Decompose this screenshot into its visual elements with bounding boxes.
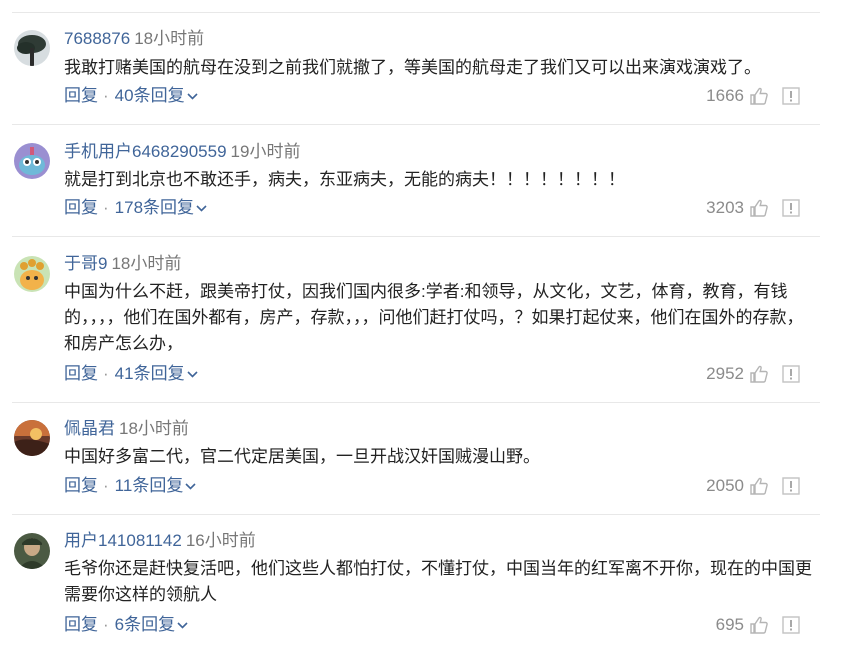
comment-text: 毛爷你还是赶快复活吧，他们这些人都怕打仗，不懂打仗，中国当年的红军离不开你，现在… — [64, 559, 812, 604]
view-replies-link[interactable]: 41条回复 — [115, 364, 185, 383]
avatar[interactable] — [14, 533, 50, 569]
comment-time: 16小时前 — [185, 531, 256, 550]
divider — [12, 236, 820, 237]
like-count: 3203 — [706, 198, 744, 217]
username-link[interactable]: 佩晶君 — [64, 419, 115, 438]
reply-button[interactable]: 回复 — [64, 615, 98, 634]
comment-time: 18小时前 — [119, 419, 189, 438]
view-replies-link[interactable]: 6条回复 — [115, 615, 175, 634]
username-link[interactable]: 手机用户6468290559 — [64, 142, 227, 161]
comment-time: 19小时前 — [230, 142, 301, 161]
comment-header: 手机用户6468290559 19小时前 — [64, 142, 300, 162]
like-count: 695 — [715, 615, 744, 634]
cartoon-creature-avatar-icon — [14, 256, 50, 292]
comment-header: 于哥9 18小时前 — [64, 254, 181, 274]
comment-actions: 回复 · 6条回复 — [64, 614, 188, 636]
sunset-avatar-icon — [14, 420, 50, 456]
divider — [12, 514, 820, 515]
report-icon[interactable] — [782, 477, 800, 495]
comment-header: 7688876 18小时前 — [64, 29, 204, 49]
report-icon[interactable] — [782, 365, 800, 383]
chevron-down-icon[interactable] — [187, 93, 198, 100]
tree-avatar-icon — [14, 30, 50, 66]
comment-actions: 回复 · 11条回复 — [64, 475, 196, 497]
chevron-down-icon[interactable] — [196, 205, 207, 212]
thumbs-up-icon[interactable] — [750, 87, 768, 105]
username-link[interactable]: 于哥9 — [64, 254, 107, 273]
username-link[interactable]: 7688876 — [64, 29, 130, 48]
report-icon[interactable] — [782, 616, 800, 634]
reply-button[interactable]: 回复 — [64, 476, 98, 495]
view-replies-link[interactable]: 40条回复 — [115, 86, 185, 105]
reply-button[interactable]: 回复 — [64, 198, 98, 217]
chevron-down-icon[interactable] — [177, 622, 188, 629]
comment-text: 中国好多富二代，官二代定居美国，一旦开战汉奸国贼漫山野。 — [64, 447, 540, 466]
thumbs-up-icon[interactable] — [750, 477, 768, 495]
comment-text: 就是打到北京也不敢还手，病夫，东亚病夫，无能的病夫！！！！！！！！ — [64, 170, 625, 189]
thumbs-up-icon[interactable] — [750, 199, 768, 217]
reply-button[interactable]: 回复 — [64, 86, 98, 105]
comment-actions: 回复 · 178条回复 — [64, 197, 207, 219]
view-replies-link[interactable]: 11条回复 — [115, 476, 184, 495]
comment-actions: 回复 · 41条回复 — [64, 363, 198, 385]
avatar[interactable] — [14, 420, 50, 456]
soldier-avatar-icon — [14, 533, 50, 569]
top-divider — [12, 12, 820, 13]
chevron-down-icon[interactable] — [185, 483, 196, 490]
cartoon-monster-avatar-icon — [14, 143, 50, 179]
avatar[interactable] — [14, 256, 50, 292]
like-count: 1666 — [706, 86, 744, 105]
comment-actions: 回复 · 40条回复 — [64, 85, 198, 107]
avatar[interactable] — [14, 30, 50, 66]
divider — [12, 402, 820, 403]
report-icon[interactable] — [782, 199, 800, 217]
chevron-down-icon[interactable] — [187, 371, 198, 378]
reply-button[interactable]: 回复 — [64, 364, 98, 383]
comment-header: 佩晶君 18小时前 — [64, 419, 189, 439]
avatar[interactable] — [14, 143, 50, 179]
like-count: 2050 — [706, 476, 744, 495]
comment-text: 中国为什么不赶，跟美帝打仗，因我们国内很多:学者:和领导，从文化，文艺，体育，教… — [64, 282, 804, 353]
comment-time: 18小时前 — [134, 29, 205, 48]
thumbs-up-icon[interactable] — [750, 616, 768, 634]
comment-text: 我敢打赌美国的航母在没到之前我们就撤了，等美国的航母走了我们又可以出来演戏演戏了… — [64, 58, 761, 77]
username-link[interactable]: 用户141081142 — [64, 531, 182, 550]
comment-header: 用户141081142 16小时前 — [64, 531, 256, 551]
view-replies-link[interactable]: 178条回复 — [115, 198, 194, 217]
like-count: 2952 — [706, 364, 744, 383]
report-icon[interactable] — [782, 87, 800, 105]
thumbs-up-icon[interactable] — [750, 365, 768, 383]
divider — [12, 124, 820, 125]
comment-time: 18小时前 — [111, 254, 182, 273]
